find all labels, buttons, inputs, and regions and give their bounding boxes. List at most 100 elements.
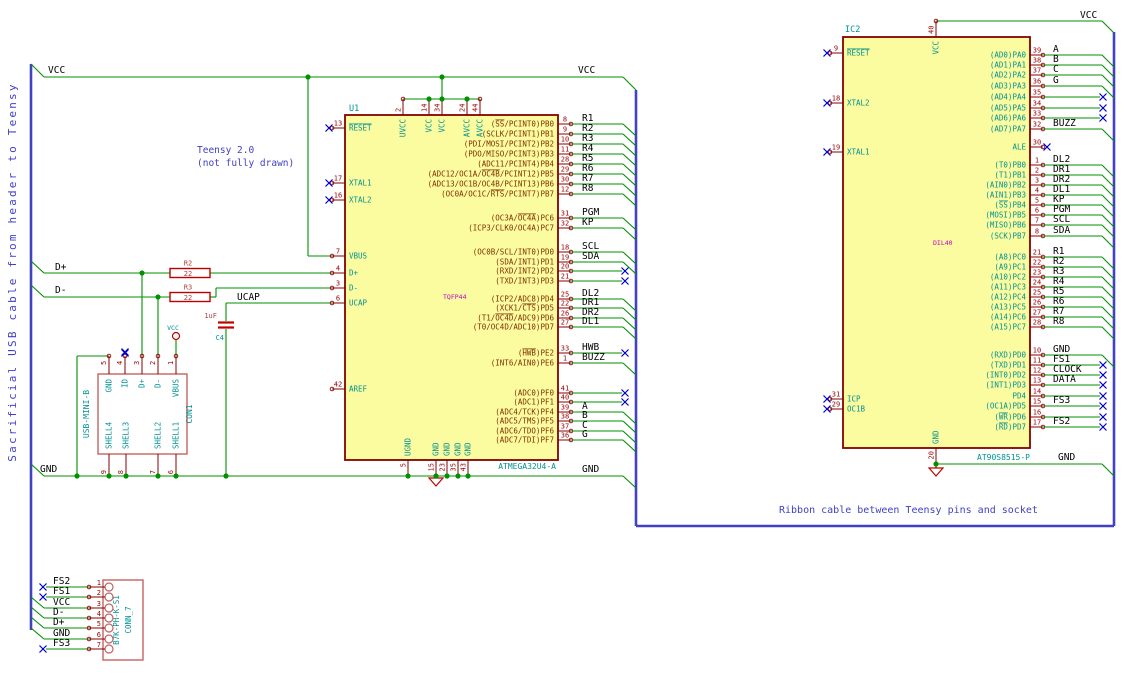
net-label-SDA[interactable]: SDA (582, 251, 599, 262)
net-label-FS3[interactable]: FS3 (1053, 395, 1070, 406)
connector-CONN_7-value: B7K-PH-K-S1 (112, 595, 121, 645)
junction-dot (426, 96, 432, 102)
bus-entry (1101, 64, 1115, 78)
net-label-DATA[interactable]: DATA (1053, 374, 1076, 385)
net-label-KP[interactable]: KP (582, 217, 594, 228)
net-label-BUZZ[interactable]: BUZZ (582, 352, 605, 363)
pin-number: 29 (832, 401, 840, 409)
net-label-D+[interactable]: D+ (53, 617, 65, 628)
net-label-C[interactable]: C (1053, 64, 1059, 75)
net-label-G[interactable]: G (582, 429, 588, 440)
pin-name: (T0)PB0 (994, 161, 1026, 170)
pin-number: 44 (472, 104, 480, 112)
pin-name: GND (932, 430, 941, 444)
pin-name: (AD0)PA0 (990, 51, 1027, 60)
net-label-FS2[interactable]: FS2 (1053, 416, 1070, 427)
pin-number: 20 (561, 263, 569, 271)
ic-U1-partname: ATMEGA32U4-A (498, 462, 556, 471)
pin-number: 2 (149, 361, 157, 365)
pin-name: (PDI/MOSI/PCINT2)PB2 (464, 140, 554, 149)
pin-number: 2 (1035, 167, 1039, 175)
pin-number: 9 (100, 470, 108, 474)
pin-number: 36 (561, 432, 569, 440)
vcc-power-label: VCC (167, 324, 179, 332)
pin-number: 37 (561, 423, 569, 431)
net-label-GND[interactable]: GND (40, 464, 57, 475)
bus-entry (622, 153, 637, 167)
bus-entry (622, 133, 637, 147)
junction-dot (433, 473, 439, 479)
net-label-FS1[interactable]: FS1 (53, 586, 70, 597)
pin-number: 24 (459, 104, 467, 112)
note-text-1: Teensy 2.0 (197, 145, 254, 156)
junction-dot (455, 473, 461, 479)
net-label-VCC[interactable]: VCC (1080, 10, 1097, 21)
vcc-power-symbol[interactable] (171, 331, 181, 341)
capacitor-C4-value: 1uF (204, 312, 217, 320)
net-label-D+[interactable]: D+ (55, 262, 67, 273)
wire (30, 284, 45, 298)
ic-IC2-footprint: DIL40 (933, 239, 953, 247)
resistor-R2-value: 22 (184, 270, 192, 278)
pin-number: 11 (1033, 357, 1041, 365)
net-label-R8[interactable]: R8 (582, 183, 594, 194)
net-label-G[interactable]: G (1053, 75, 1059, 86)
wire (30, 606, 45, 619)
bus-entry (1101, 184, 1115, 198)
pin-number: 17 (1033, 419, 1041, 427)
wire (30, 616, 45, 629)
pin-number: 8 (117, 470, 125, 474)
net-label-D-[interactable]: D- (55, 285, 66, 296)
net-label-VCC[interactable]: VCC (48, 65, 65, 76)
net-label-SDA[interactable]: SDA (1053, 225, 1070, 236)
pin-number: 16 (334, 192, 342, 200)
pin-number: 27 (1033, 309, 1041, 317)
pin-name: (HWB)PE2 (518, 349, 554, 358)
net-label-DL1[interactable]: DL1 (582, 316, 599, 327)
pin-name: (A13)PC5 (990, 303, 1026, 312)
net-label-SCL[interactable]: SCL (1053, 214, 1070, 225)
pin-number: 15 (1033, 398, 1041, 406)
junction-dot (74, 473, 80, 479)
net-label-VCC[interactable]: VCC (578, 65, 595, 76)
pin-name: (SDA/INT1)PD1 (495, 258, 554, 267)
pin-number: 34 (1033, 100, 1041, 108)
pin-number: 7 (336, 248, 340, 256)
junction-dot (464, 96, 470, 102)
pin-name: UCAP (349, 299, 368, 308)
pin-number: 3 (133, 361, 141, 365)
pin-number: 33 (561, 345, 569, 353)
pin-number: 43 (460, 463, 468, 471)
ground-symbol (927, 467, 945, 477)
pin-number: 19 (561, 254, 569, 262)
pin-number: 5 (400, 463, 408, 467)
pin-number: 16 (1033, 409, 1041, 417)
pin-name: XTAL2 (847, 99, 870, 108)
pin-number: 33 (1033, 110, 1041, 118)
capacitor-C4-reference: C4 (216, 334, 224, 342)
net-label-GND[interactable]: GND (1058, 452, 1075, 463)
wire (1101, 463, 1115, 477)
bus-entry (1101, 316, 1115, 330)
net-label-GND[interactable]: GND (582, 464, 599, 475)
bus-entry (1101, 266, 1115, 280)
pin-name: (OC3A/OC4A)PC6 (491, 214, 555, 223)
pin-number: 2 (97, 589, 101, 597)
pin-name: (A11)PC3 (990, 283, 1026, 292)
pin-name: (SCLK/PCINT1)PB1 (482, 130, 554, 139)
net-label-R8[interactable]: R8 (1053, 316, 1065, 327)
pin-name: (AD6)PA6 (990, 114, 1027, 123)
net-label-BUZZ[interactable]: BUZZ (1053, 118, 1076, 129)
junction-dot (465, 473, 471, 479)
net-label-UCAP[interactable]: UCAP (237, 292, 260, 303)
ic-IC2-reference: IC2 (845, 25, 860, 35)
net-label-FS3[interactable]: FS3 (53, 638, 70, 649)
pin-number: 17 (334, 175, 342, 183)
pin-number: 7 (1035, 217, 1039, 225)
connector-CONN_7-body[interactable] (102, 579, 144, 661)
pin-number: 24 (1033, 279, 1041, 287)
pin-number: 26 (561, 310, 569, 318)
ground-symbol (427, 477, 445, 487)
junction-dot (106, 473, 112, 479)
pin-name: RESET (349, 124, 372, 133)
